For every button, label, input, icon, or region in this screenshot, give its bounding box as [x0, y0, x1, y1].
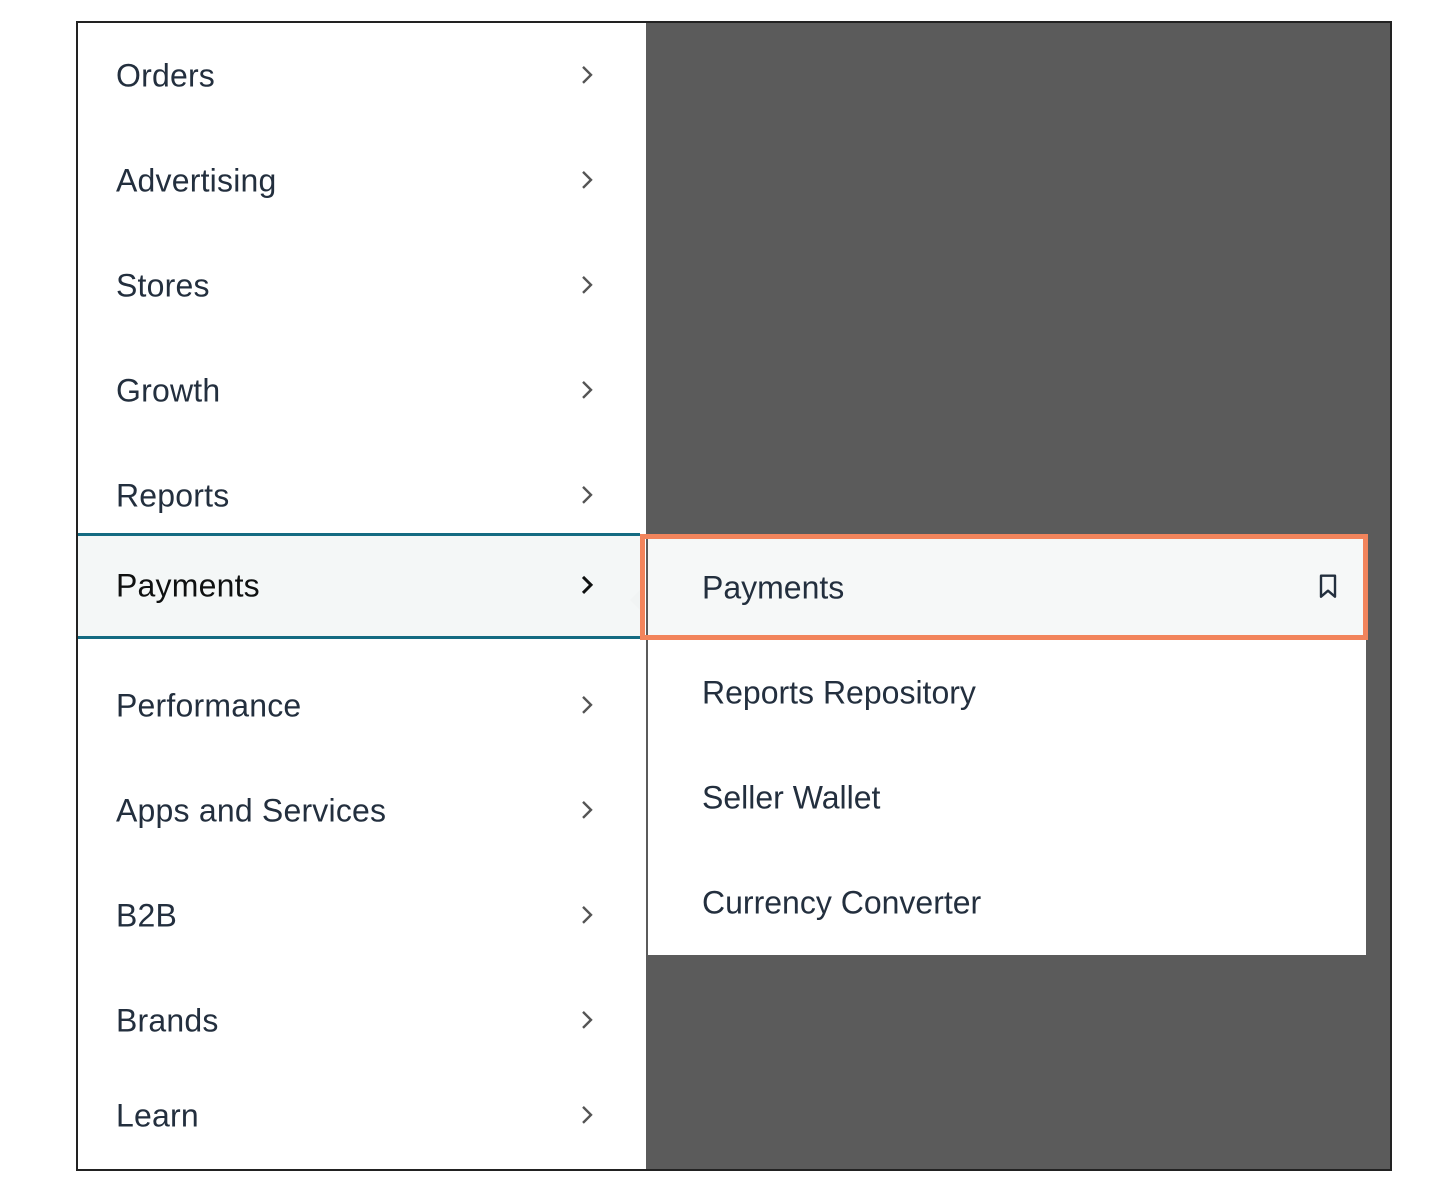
- menu-item-label: Growth: [116, 372, 221, 408]
- submenu-item-label: Currency Converter: [702, 884, 982, 920]
- submenu-item-currency-converter[interactable]: Currency Converter: [648, 850, 1366, 955]
- menu-item-label: Learn: [116, 1097, 199, 1133]
- submenu-item-reports-repository[interactable]: Reports Repository: [648, 640, 1366, 745]
- chevron-right-icon: [576, 483, 598, 505]
- chevron-right-icon: [576, 63, 598, 85]
- menu-item-learn[interactable]: Learn: [78, 1063, 646, 1168]
- submenu-item-payments[interactable]: Payments: [648, 535, 1366, 640]
- menu-item-label: Reports: [116, 477, 230, 513]
- menu-item-orders[interactable]: Orders: [78, 23, 646, 128]
- chevron-right-icon: [576, 168, 598, 190]
- menu-item-payments[interactable]: Payments: [78, 533, 640, 639]
- chevron-right-icon: [576, 903, 598, 925]
- menu-item-label: Advertising: [116, 162, 277, 198]
- payments-submenu: Payments Reports Repository Seller Walle…: [648, 535, 1366, 955]
- menu-item-advertising[interactable]: Advertising: [78, 128, 646, 233]
- submenu-item-label: Payments: [702, 569, 845, 605]
- submenu-pointer: [630, 586, 644, 614]
- menu-item-stores[interactable]: Stores: [78, 233, 646, 338]
- menu-item-label: Brands: [116, 1002, 219, 1038]
- menu-item-apps-and-services[interactable]: Apps and Services: [78, 758, 646, 863]
- chevron-right-icon: [576, 1008, 598, 1030]
- chevron-right-icon: [576, 798, 598, 820]
- navigation-menu-frame: Orders Advertising Stores Growth Reports: [76, 21, 1392, 1171]
- chevron-right-icon: [576, 273, 598, 295]
- menu-item-brands[interactable]: Brands: [78, 968, 646, 1073]
- submenu-item-label: Reports Repository: [702, 674, 976, 710]
- menu-item-b2b[interactable]: B2B: [78, 863, 646, 968]
- menu-item-label: Stores: [116, 267, 210, 303]
- chevron-right-icon: [576, 1103, 598, 1125]
- bookmark-icon[interactable]: [1318, 573, 1338, 599]
- submenu-item-seller-wallet[interactable]: Seller Wallet: [648, 745, 1366, 850]
- submenu-item-label: Seller Wallet: [702, 779, 881, 815]
- chevron-right-icon: [576, 693, 598, 715]
- menu-item-label: Payments: [116, 567, 260, 604]
- main-menu: Orders Advertising Stores Growth Reports: [78, 23, 646, 1169]
- menu-item-performance[interactable]: Performance: [78, 653, 646, 758]
- menu-item-label: Orders: [116, 57, 215, 93]
- menu-item-label: Performance: [116, 687, 302, 723]
- menu-item-label: Apps and Services: [116, 792, 387, 828]
- chevron-right-icon: [576, 378, 598, 400]
- chevron-right-icon: [576, 574, 598, 596]
- menu-item-label: B2B: [116, 897, 178, 933]
- menu-item-growth[interactable]: Growth: [78, 338, 646, 443]
